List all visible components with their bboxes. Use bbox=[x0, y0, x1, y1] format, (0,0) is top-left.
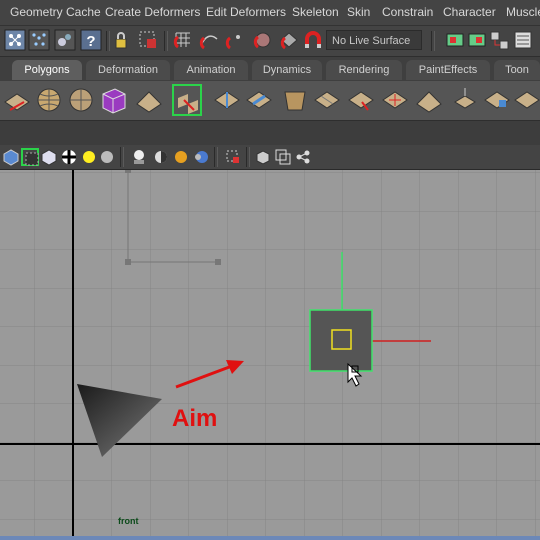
bool-intersection-icon[interactable] bbox=[380, 84, 410, 116]
antialiasing-icon[interactable] bbox=[172, 148, 190, 166]
tab-rendering[interactable]: Rendering bbox=[326, 60, 402, 80]
poly-plane-icon[interactable] bbox=[2, 84, 32, 116]
menu-skeleton[interactable]: Skeleton bbox=[292, 5, 339, 19]
main-menu-bar: Geometry Cache Create Deformers Edit Def… bbox=[0, 0, 540, 26]
snap-to-point-icon[interactable] bbox=[224, 29, 246, 51]
separator bbox=[431, 31, 435, 51]
menu-character[interactable]: Character bbox=[443, 5, 496, 19]
wireframe-icon[interactable] bbox=[2, 148, 20, 166]
viewport-grid bbox=[0, 170, 540, 540]
separator bbox=[120, 147, 124, 167]
menu-geometry-cache[interactable]: Geometry Cache bbox=[10, 5, 101, 19]
bool-union-icon[interactable] bbox=[312, 84, 342, 116]
tab-painteffects[interactable]: PaintEffects bbox=[406, 60, 490, 80]
lock-icon[interactable] bbox=[110, 29, 132, 51]
input-ops-icon[interactable] bbox=[444, 29, 466, 51]
toolbox-gap bbox=[0, 121, 540, 145]
tab-animation[interactable]: Animation bbox=[174, 60, 248, 80]
tab-deformation[interactable]: Deformation bbox=[86, 60, 170, 80]
separator bbox=[164, 31, 168, 51]
select-by-hierarchy-icon[interactable] bbox=[4, 29, 26, 51]
textured-icon[interactable] bbox=[40, 148, 58, 166]
bridge-icon[interactable] bbox=[482, 84, 512, 116]
snap-to-view-plane-icon[interactable] bbox=[252, 29, 274, 51]
select-by-object-icon[interactable] bbox=[54, 29, 76, 51]
render-settings-icon[interactable] bbox=[512, 29, 534, 51]
camera-icon[interactable] bbox=[294, 148, 312, 166]
select-by-component-icon[interactable] bbox=[28, 29, 50, 51]
guide-handle bbox=[215, 259, 221, 265]
front-viewport[interactable] bbox=[0, 170, 540, 540]
output-ops-icon[interactable] bbox=[466, 29, 488, 51]
use-all-lights-icon[interactable] bbox=[80, 148, 98, 166]
separate-icon[interactable] bbox=[212, 84, 242, 116]
extrude-icon[interactable] bbox=[450, 84, 480, 116]
status-line: ? No Live Surface bbox=[0, 26, 540, 57]
menu-constrain[interactable]: Constrain bbox=[382, 5, 433, 19]
poly-cube-icon[interactable] bbox=[98, 84, 128, 116]
help-icon[interactable]: ? bbox=[80, 29, 102, 51]
guide-handle bbox=[125, 170, 131, 173]
separator bbox=[246, 147, 250, 167]
shadows-icon[interactable] bbox=[98, 148, 116, 166]
tab-polygons[interactable]: Polygons bbox=[12, 60, 82, 80]
snap-to-curve-icon[interactable] bbox=[198, 29, 220, 51]
smooth-shade-icon[interactable] bbox=[21, 148, 39, 166]
make-live-icon[interactable] bbox=[278, 29, 300, 51]
extract-icon[interactable] bbox=[244, 84, 274, 116]
selection-mask-icon[interactable] bbox=[137, 29, 159, 51]
poly-sphere-2-icon[interactable] bbox=[66, 84, 96, 116]
resolution-gate-icon[interactable] bbox=[254, 148, 272, 166]
snap-to-grid-icon[interactable] bbox=[172, 29, 194, 51]
svg-text:?: ? bbox=[86, 33, 95, 50]
selected-target-box[interactable] bbox=[309, 309, 373, 372]
append-icon[interactable] bbox=[512, 84, 540, 116]
tab-toon[interactable]: Toon bbox=[494, 60, 540, 80]
combine-icon[interactable] bbox=[172, 84, 202, 116]
camera-label: front bbox=[118, 516, 139, 526]
live-surface-field[interactable]: No Live Surface bbox=[326, 30, 422, 50]
menu-muscle[interactable]: Muscle bbox=[506, 5, 540, 19]
separator bbox=[214, 147, 218, 167]
ambient-occlusion-icon[interactable] bbox=[152, 148, 170, 166]
aim-annotation: Aim bbox=[172, 405, 218, 432]
menu-skin[interactable]: Skin bbox=[347, 5, 370, 19]
isolate-select-icon[interactable] bbox=[224, 148, 242, 166]
checker-icon[interactable] bbox=[60, 148, 78, 166]
shelf-icon-bar bbox=[0, 81, 540, 121]
history-icon[interactable] bbox=[488, 29, 510, 51]
xray-icon[interactable] bbox=[130, 148, 148, 166]
viewport-canvas[interactable] bbox=[0, 170, 540, 540]
mirror-icon[interactable] bbox=[414, 84, 444, 116]
grid-icon[interactable] bbox=[274, 148, 292, 166]
poly-sphere-icon[interactable] bbox=[34, 84, 64, 116]
depth-of-field-icon[interactable] bbox=[192, 148, 210, 166]
time-slider-edge bbox=[0, 536, 540, 540]
menu-create-deformers[interactable]: Create Deformers bbox=[105, 5, 200, 19]
smooth-icon[interactable] bbox=[280, 84, 310, 116]
panel-toolbar bbox=[0, 145, 540, 170]
guide-handle bbox=[125, 259, 131, 265]
tab-dynamics[interactable]: Dynamics bbox=[252, 60, 322, 80]
menu-edit-deformers[interactable]: Edit Deformers bbox=[206, 5, 286, 19]
shelf-tabs: Polygons Deformation Animation Dynamics … bbox=[0, 57, 540, 81]
make-live-magnet-icon[interactable] bbox=[302, 29, 324, 51]
poly-plane-2-icon[interactable] bbox=[134, 84, 164, 116]
bool-difference-icon[interactable] bbox=[346, 84, 376, 116]
